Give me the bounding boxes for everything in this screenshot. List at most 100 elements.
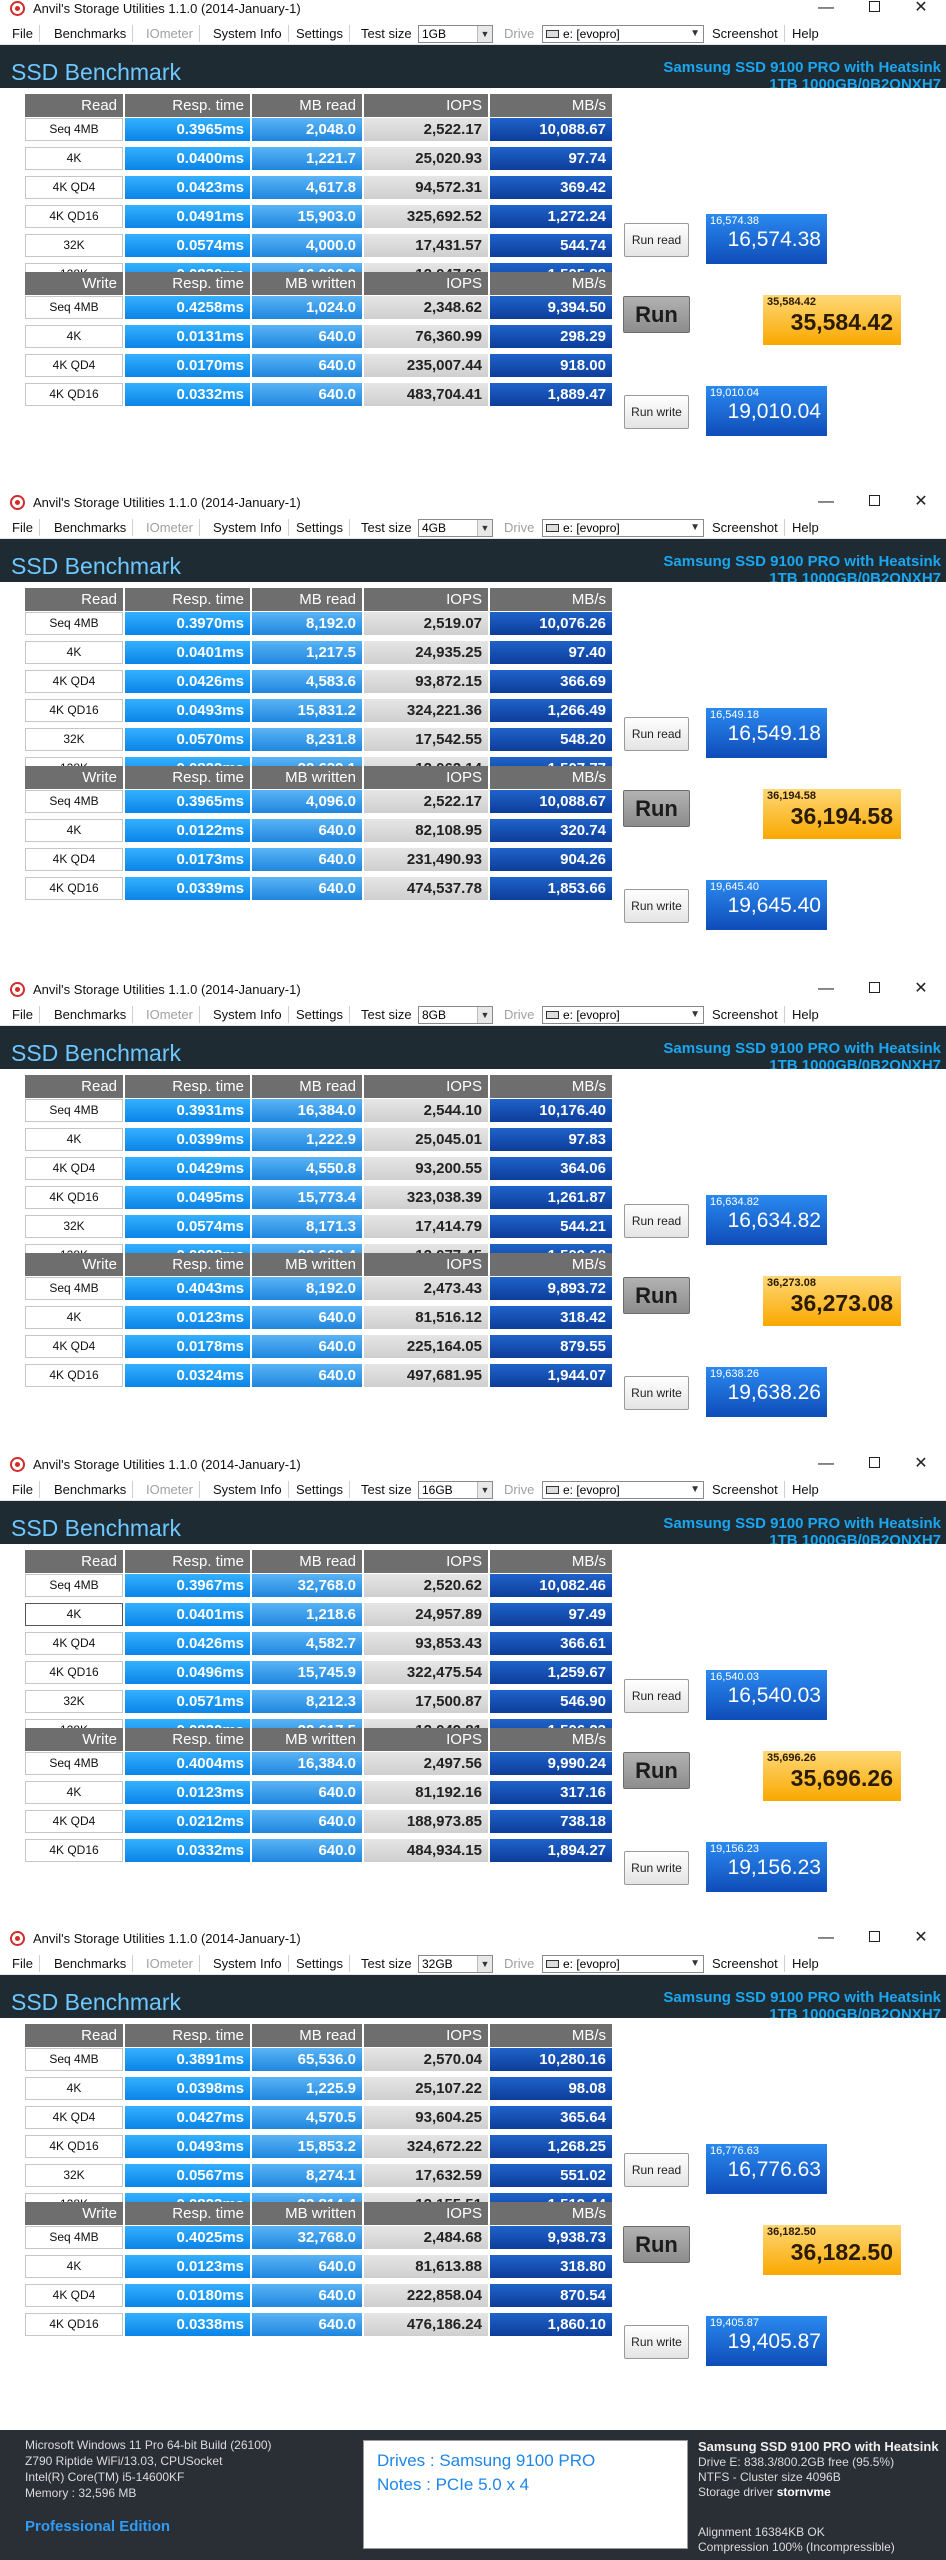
run-read-button[interactable]: Run read: [624, 223, 689, 257]
write-test-label[interactable]: Seq 4MB: [25, 790, 123, 813]
close-icon[interactable]: ✕: [901, 1930, 941, 1948]
write-test-label[interactable]: Seq 4MB: [25, 1277, 123, 1300]
chevron-down-icon[interactable]: ▼: [690, 26, 700, 42]
read-test-label[interactable]: 4K: [25, 1603, 123, 1626]
write-test-label[interactable]: 4K QD16: [25, 1364, 123, 1387]
minimize-icon[interactable]: —: [806, 494, 846, 512]
minimize-icon[interactable]: —: [806, 1456, 846, 1474]
run-write-button[interactable]: Run write: [624, 2325, 689, 2359]
write-test-label[interactable]: 4K: [25, 325, 123, 348]
menu-benchmarks[interactable]: Benchmarks: [48, 1481, 134, 1498]
write-test-label[interactable]: Seq 4MB: [25, 296, 123, 319]
close-icon[interactable]: ✕: [901, 1456, 941, 1474]
run-write-button[interactable]: Run write: [624, 1851, 689, 1885]
test-size-select[interactable]: 4GB ▼: [418, 519, 493, 537]
drive-select[interactable]: e: [evopro] ▼: [542, 1481, 704, 1499]
read-test-label[interactable]: Seq 4MB: [25, 2048, 123, 2071]
read-test-label[interactable]: 4K QD16: [25, 1186, 123, 1209]
write-test-label[interactable]: 4K QD16: [25, 383, 123, 406]
read-test-label[interactable]: 32K: [25, 1690, 123, 1713]
run-write-button[interactable]: Run write: [624, 1376, 689, 1410]
menu-screenshot[interactable]: Screenshot: [706, 25, 785, 42]
maximize-icon[interactable]: [854, 1456, 894, 1474]
menu-screenshot[interactable]: Screenshot: [706, 1955, 785, 1972]
minimize-icon[interactable]: —: [806, 1930, 846, 1948]
chevron-down-icon[interactable]: ▼: [690, 520, 700, 536]
read-test-label[interactable]: 4K: [25, 147, 123, 170]
write-test-label[interactable]: 4K QD4: [25, 1335, 123, 1358]
chevron-down-icon[interactable]: ▼: [477, 1956, 492, 1972]
read-test-label[interactable]: 4K: [25, 641, 123, 664]
read-test-label[interactable]: 4K QD4: [25, 176, 123, 199]
notes-box[interactable]: Drives : Samsung 9100 PRO Notes : PCIe 5…: [363, 2440, 688, 2549]
run-button[interactable]: Run: [623, 296, 690, 333]
menu-settings[interactable]: Settings: [290, 1006, 350, 1023]
chevron-down-icon[interactable]: ▼: [690, 1007, 700, 1023]
run-button[interactable]: Run: [623, 1752, 690, 1789]
run-button[interactable]: Run: [623, 1277, 690, 1314]
write-test-label[interactable]: 4K QD4: [25, 2284, 123, 2307]
drive-select[interactable]: e: [evopro] ▼: [542, 519, 704, 537]
maximize-icon[interactable]: [854, 494, 894, 512]
read-test-label[interactable]: 4K: [25, 1128, 123, 1151]
menu-system-info[interactable]: System Info: [207, 519, 289, 536]
read-test-label[interactable]: Seq 4MB: [25, 118, 123, 141]
chevron-down-icon[interactable]: ▼: [477, 520, 492, 536]
menu-file[interactable]: File: [6, 25, 40, 42]
menu-benchmarks[interactable]: Benchmarks: [48, 25, 134, 42]
menu-settings[interactable]: Settings: [290, 25, 350, 42]
menu-file[interactable]: File: [6, 519, 40, 536]
read-test-label[interactable]: 4K QD16: [25, 699, 123, 722]
read-test-label[interactable]: 4K QD16: [25, 1661, 123, 1684]
menu-settings[interactable]: Settings: [290, 519, 350, 536]
menu-iometer[interactable]: IOmeter: [140, 1955, 200, 1972]
menu-help[interactable]: Help: [786, 25, 825, 42]
drive-select[interactable]: e: [evopro] ▼: [542, 1006, 704, 1024]
read-test-label[interactable]: 32K: [25, 1215, 123, 1238]
write-test-label[interactable]: 4K QD4: [25, 848, 123, 871]
read-test-label[interactable]: 4K QD16: [25, 2135, 123, 2158]
run-write-button[interactable]: Run write: [624, 395, 689, 429]
maximize-icon[interactable]: [854, 0, 894, 18]
menu-help[interactable]: Help: [786, 1481, 825, 1498]
menu-system-info[interactable]: System Info: [207, 1006, 289, 1023]
menu-settings[interactable]: Settings: [290, 1955, 350, 1972]
close-icon[interactable]: ✕: [901, 981, 941, 999]
close-icon[interactable]: ✕: [901, 0, 941, 18]
write-test-label[interactable]: 4K: [25, 1781, 123, 1804]
menu-screenshot[interactable]: Screenshot: [706, 1006, 785, 1023]
close-icon[interactable]: ✕: [901, 494, 941, 512]
menu-system-info[interactable]: System Info: [207, 25, 289, 42]
read-test-label[interactable]: 4K QD4: [25, 1632, 123, 1655]
run-read-button[interactable]: Run read: [624, 1204, 689, 1238]
read-test-label[interactable]: 32K: [25, 234, 123, 257]
read-test-label[interactable]: 4K QD4: [25, 670, 123, 693]
run-button[interactable]: Run: [623, 790, 690, 827]
menu-benchmarks[interactable]: Benchmarks: [48, 1955, 134, 1972]
maximize-icon[interactable]: [854, 1930, 894, 1948]
menu-file[interactable]: File: [6, 1006, 40, 1023]
chevron-down-icon[interactable]: ▼: [477, 26, 492, 42]
write-test-label[interactable]: 4K QD16: [25, 877, 123, 900]
read-test-label[interactable]: Seq 4MB: [25, 612, 123, 635]
read-test-label[interactable]: 32K: [25, 2164, 123, 2187]
run-read-button[interactable]: Run read: [624, 2153, 689, 2187]
write-test-label[interactable]: 4K QD4: [25, 1810, 123, 1833]
menu-system-info[interactable]: System Info: [207, 1481, 289, 1498]
menu-screenshot[interactable]: Screenshot: [706, 519, 785, 536]
menu-iometer[interactable]: IOmeter: [140, 1006, 200, 1023]
chevron-down-icon[interactable]: ▼: [477, 1482, 492, 1498]
test-size-select[interactable]: 8GB ▼: [418, 1006, 493, 1024]
write-test-label[interactable]: 4K: [25, 1306, 123, 1329]
read-test-label[interactable]: 4K: [25, 2077, 123, 2100]
read-test-label[interactable]: Seq 4MB: [25, 1574, 123, 1597]
menu-benchmarks[interactable]: Benchmarks: [48, 1006, 134, 1023]
run-read-button[interactable]: Run read: [624, 1679, 689, 1713]
drive-select[interactable]: e: [evopro] ▼: [542, 1955, 704, 1973]
menu-help[interactable]: Help: [786, 1006, 825, 1023]
menu-file[interactable]: File: [6, 1955, 40, 1972]
menu-help[interactable]: Help: [786, 519, 825, 536]
run-write-button[interactable]: Run write: [624, 889, 689, 923]
menu-benchmarks[interactable]: Benchmarks: [48, 519, 134, 536]
test-size-select[interactable]: 16GB ▼: [418, 1481, 493, 1499]
